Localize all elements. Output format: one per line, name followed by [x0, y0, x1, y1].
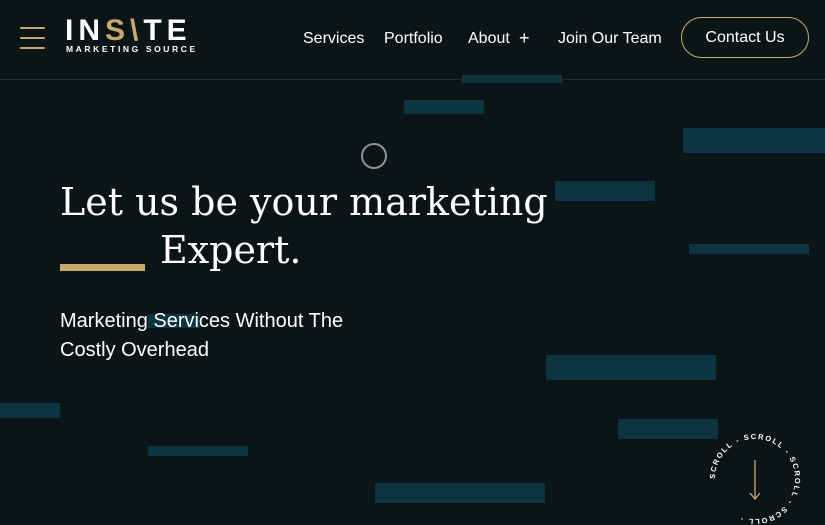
decorative-bar [0, 403, 60, 418]
site-header: INS\TE MARKETING SOURCE Services Portfol… [0, 0, 825, 80]
nav-portfolio[interactable]: Portfolio [384, 29, 443, 49]
arrow-down-icon [749, 460, 761, 501]
scroll-ring-label: SCROLL [788, 455, 803, 500]
logo-tagline: MARKETING SOURCE [66, 44, 198, 54]
plus-icon[interactable]: + [519, 28, 530, 48]
decorative-bar [683, 128, 825, 153]
decorative-bar [404, 100, 484, 114]
logo-wordmark: INS\TE [65, 14, 192, 47]
scroll-ring-label: SCROLL [743, 432, 786, 451]
decorative-bar [546, 355, 716, 380]
scroll-ring-label: SCROLL [747, 505, 789, 525]
site-logo[interactable]: INS\TE MARKETING SOURCE [64, 14, 214, 58]
hero-subtitle: Marketing Services Without The Costly Ov… [60, 310, 344, 361]
scroll-ring-label: SCROLL [708, 439, 735, 479]
nav-about[interactable]: About [468, 29, 510, 49]
headline-accent-bar [60, 264, 145, 271]
hero-headline-line-1: Let us be your marketing [60, 180, 548, 224]
decorative-bar [148, 446, 248, 456]
contact-us-button[interactable]: Contact Us [681, 17, 809, 58]
decorative-bar [618, 419, 718, 439]
hamburger-menu-icon[interactable] [20, 25, 45, 51]
hero-headline-line-2: Expert. [160, 228, 302, 272]
nav-join-our-team[interactable]: Join Our Team [558, 29, 662, 49]
scroll-indicator[interactable]: SCROLL - SCROLL - SCROLL - SCROLL - [706, 430, 804, 525]
decorative-circle [361, 143, 387, 169]
nav-services[interactable]: Services [303, 29, 364, 49]
decorative-bar [555, 181, 655, 201]
decorative-bar [375, 483, 545, 503]
decorative-bar [689, 244, 809, 254]
